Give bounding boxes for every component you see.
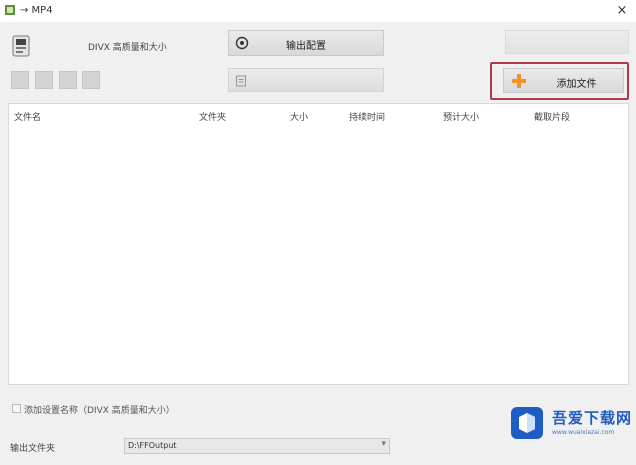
title-bar	[0, 0, 636, 22]
column-header-clip[interactable]: 截取片段	[534, 110, 570, 123]
output-folder-value: D:\FFOutput	[128, 441, 177, 450]
logo-icon	[12, 35, 30, 57]
tool-button-2[interactable]	[35, 71, 53, 89]
window-title: → MP4	[20, 5, 53, 16]
secondary-action-button[interactable]	[228, 68, 384, 92]
add-file-label: 添加文件	[556, 79, 597, 90]
chevron-down-icon: ▾	[381, 439, 386, 449]
table-header: 文件名 文件夾 大小 持续时间 预计大小 截取片段	[9, 104, 628, 126]
tool-button-1[interactable]	[11, 71, 29, 89]
column-header-size[interactable]: 大小	[290, 110, 308, 123]
watermark-url: www.wuaixiazai.com	[552, 429, 615, 436]
column-header-estimated-size[interactable]: 预计大小	[443, 110, 479, 123]
output-folder-label: 输出文件夹	[10, 444, 56, 454]
column-header-duration[interactable]: 持续时间	[349, 110, 385, 123]
profile-label: DIVX 高质量和大小	[88, 43, 167, 53]
output-folder-select[interactable]: D:\FFOutput ▾	[124, 438, 390, 454]
close-button[interactable]: ×	[612, 2, 632, 20]
column-header-filename[interactable]: 文件名	[14, 110, 41, 123]
tool-button-4[interactable]	[82, 71, 100, 89]
output-config-button[interactable]: 输出配置	[228, 30, 384, 56]
plus-icon	[512, 74, 526, 88]
document-icon	[236, 75, 246, 87]
app-icon	[5, 5, 15, 15]
column-header-folder[interactable]: 文件夾	[199, 110, 226, 123]
settings-name-checkbox[interactable]	[12, 404, 21, 413]
settings-name-label: 添加设置名称（DIVX 高质量和大小）	[24, 406, 175, 416]
add-file-button[interactable]: 添加文件	[503, 68, 624, 93]
watermark-title: 吾爱下载网	[552, 409, 633, 427]
watermark-logo-icon	[511, 407, 543, 439]
tool-button-3[interactable]	[59, 71, 77, 89]
output-config-label: 输出配置	[286, 41, 326, 52]
top-right-button[interactable]	[505, 30, 629, 54]
file-table[interactable]: 文件名 文件夾 大小 持续时间 预计大小 截取片段	[8, 103, 629, 385]
